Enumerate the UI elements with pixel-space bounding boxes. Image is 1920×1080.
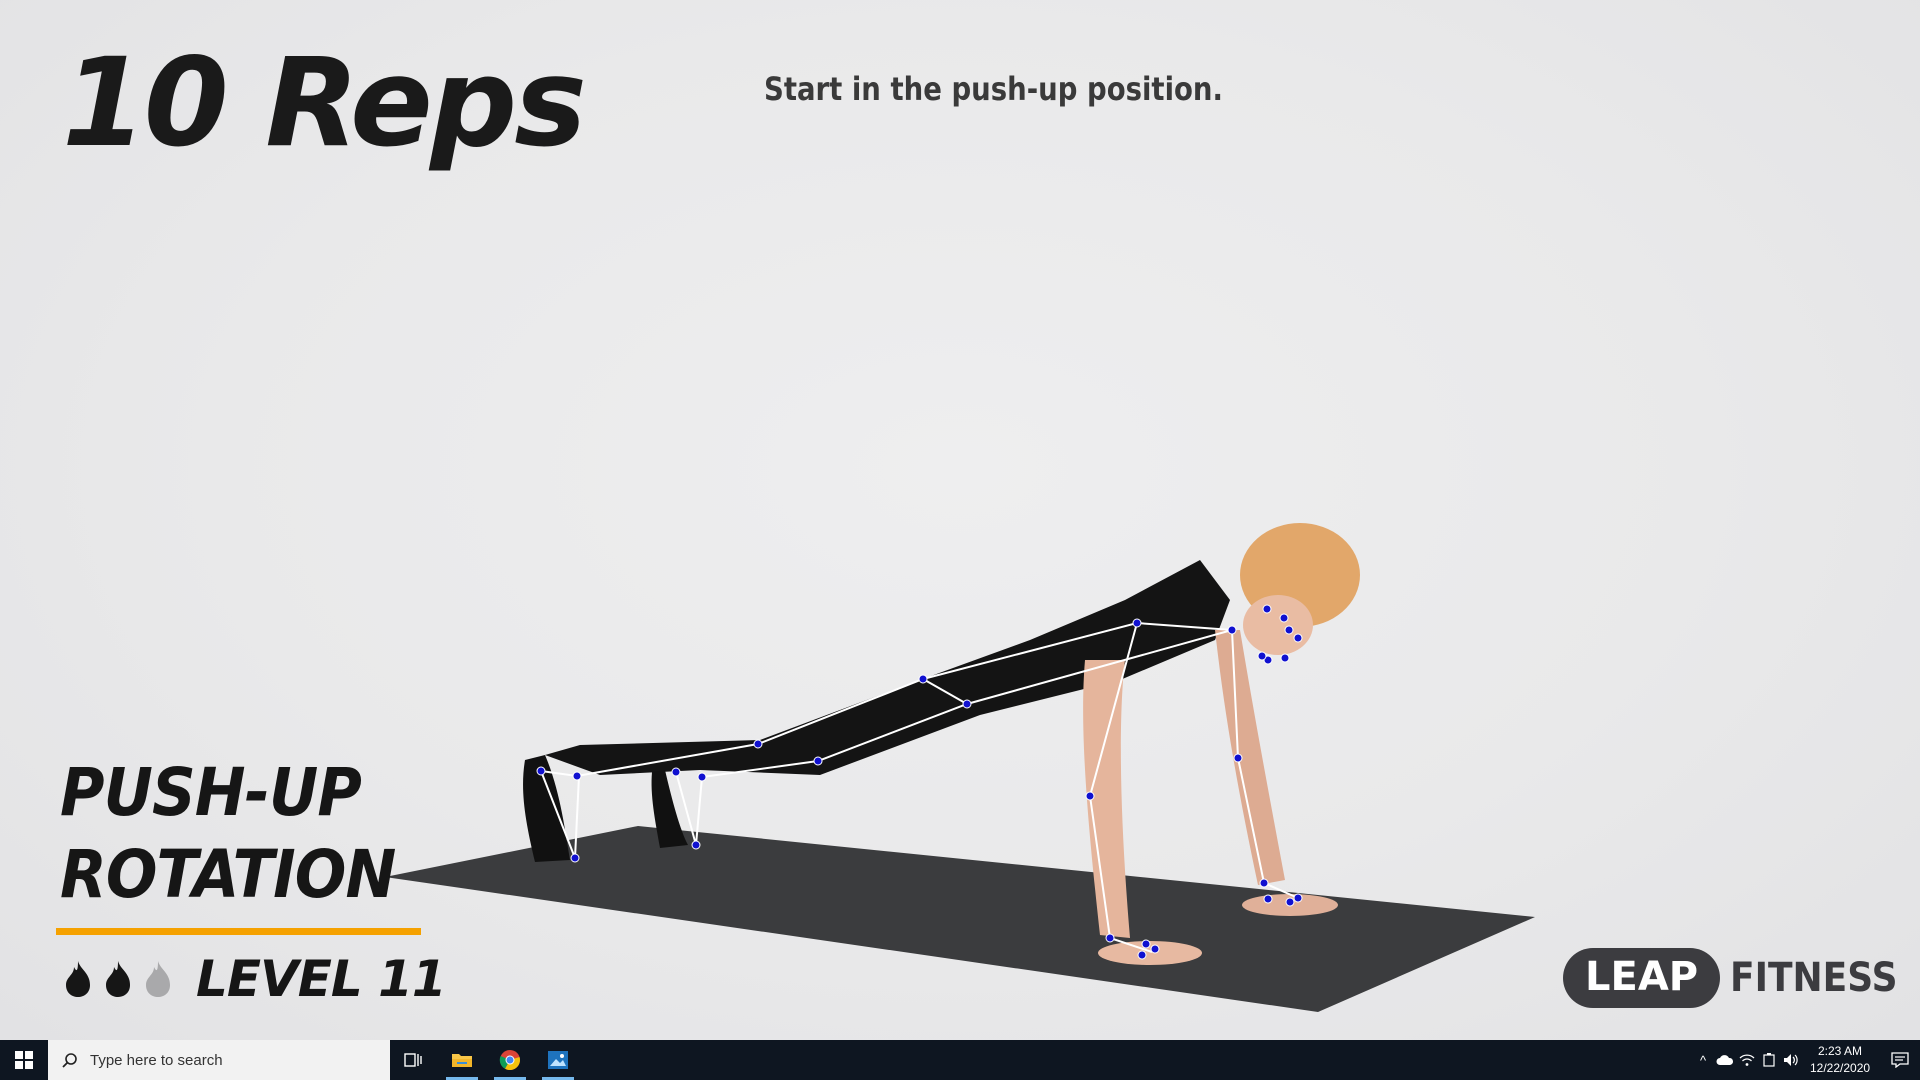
action-center-button[interactable] (1880, 1040, 1920, 1080)
reps-count: 10 Reps (62, 32, 587, 174)
windows-icon (15, 1051, 33, 1069)
start-button[interactable] (0, 1040, 48, 1080)
exercise-title-line-2: ROTATION (60, 836, 396, 913)
task-view-icon (404, 1053, 422, 1067)
flame-icon (66, 961, 90, 997)
level-label: LEVEL 11 (196, 950, 447, 1008)
taskbar-search[interactable]: Type here to search (48, 1040, 390, 1080)
folder-icon (452, 1054, 472, 1067)
brand-logo-text: FITNESS (1730, 955, 1898, 1001)
onedrive-icon[interactable] (1714, 1040, 1736, 1080)
chrome-icon (499, 1050, 520, 1071)
flame-icon (106, 961, 130, 997)
file-explorer-button[interactable] (438, 1040, 486, 1080)
title-underline (56, 928, 421, 935)
battery-icon[interactable] (1758, 1040, 1780, 1080)
difficulty-row: LEVEL 11 (62, 948, 447, 1010)
task-view-button[interactable] (390, 1040, 438, 1080)
search-icon (62, 1053, 77, 1068)
video-frame: 10 Reps Start in the push-up position. P… (0, 0, 1920, 1040)
brand-logo: LEAP FITNESS (1563, 948, 1916, 1008)
exercise-title-line-1: PUSH-UP (60, 754, 362, 831)
clock-date: 12/22/2020 (1810, 1061, 1871, 1075)
wifi-icon[interactable] (1736, 1040, 1758, 1080)
exercise-title: PUSH-UP ROTATION (60, 752, 396, 916)
exercise-instruction: Start in the push-up position. (764, 70, 1223, 108)
chevron-up-icon[interactable]: ^ (1692, 1040, 1714, 1080)
system-tray: ^ 2:23 AM 12/22/2020 (1692, 1040, 1920, 1080)
chrome-button[interactable] (486, 1040, 534, 1080)
clock-time: 2:23 AM (1817, 1044, 1863, 1058)
volume-icon[interactable] (1780, 1040, 1802, 1080)
taskbar: Type here to search ^ 2:23 AM 12/22/2020 (0, 1040, 1920, 1080)
flame-icon-empty (146, 961, 170, 997)
taskbar-clock[interactable]: 2:23 AM 12/22/2020 (1810, 1043, 1870, 1077)
notification-icon (1891, 1052, 1909, 1068)
photos-icon (548, 1051, 568, 1069)
search-placeholder: Type here to search (90, 1051, 223, 1069)
brand-logo-pill: LEAP (1563, 948, 1721, 1008)
photos-button[interactable] (534, 1040, 582, 1080)
